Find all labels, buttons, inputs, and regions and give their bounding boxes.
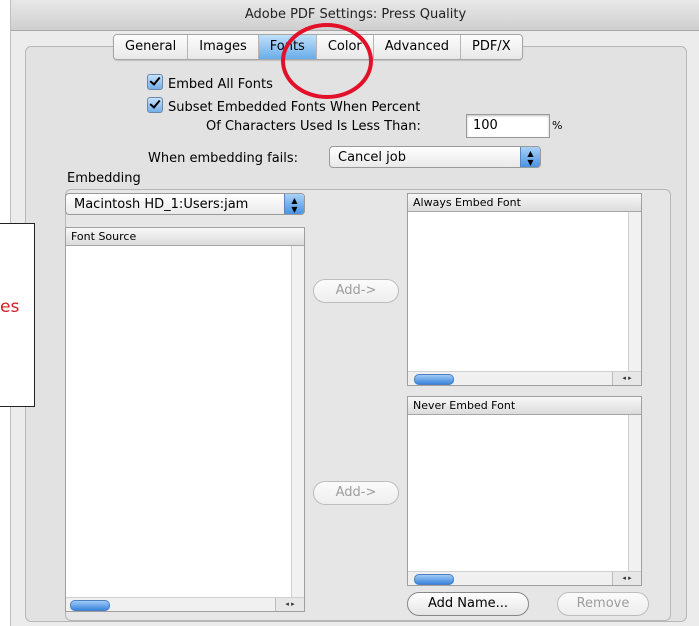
font-source-list[interactable]: Font Source ◂ ▸ — [65, 227, 305, 612]
scroll-arrows-icon[interactable]: ◂ ▸ — [612, 372, 641, 385]
never-embed-header: Never Embed Font — [408, 397, 641, 415]
always-embed-hscroll[interactable]: ◂ ▸ — [408, 371, 641, 385]
scroll-arrows-icon[interactable]: ◂ ▸ — [275, 598, 304, 611]
scroll-thumb[interactable] — [70, 600, 110, 611]
add-to-always-button[interactable]: Add-> — [313, 279, 399, 303]
add-name-button[interactable]: Add Name... — [407, 592, 529, 616]
never-embed-hscroll[interactable]: ◂ ▸ — [408, 571, 641, 585]
tab-fonts[interactable]: Fonts — [258, 35, 317, 59]
font-source-value: Macintosh HD_1:Users:jam — [74, 197, 249, 212]
subset-fonts-label: Subset Embedded Fonts When Percent — [168, 100, 421, 115]
popup-arrows-icon: ▲ ▼ — [284, 194, 304, 214]
subset-fonts-option[interactable]: Subset Embedded Fonts When Percent — [147, 97, 420, 115]
callout-text: es — [0, 297, 20, 317]
font-source-popup[interactable]: Macintosh HD_1:Users:jam ▲ ▼ — [65, 193, 305, 215]
font-source-hscroll[interactable]: ◂ ▸ — [66, 597, 304, 611]
always-embed-list[interactable]: Always Embed Font ◂ ▸ — [407, 193, 642, 386]
never-embed-vscroll[interactable] — [628, 415, 641, 571]
tab-pdfx[interactable]: PDF/X — [460, 35, 522, 59]
embed-all-fonts-label: Embed All Fonts — [168, 77, 273, 92]
subset-percent-field[interactable]: 100 — [466, 114, 550, 138]
embed-all-fonts-option[interactable]: Embed All Fonts — [147, 74, 273, 92]
font-source-header: Font Source — [66, 228, 304, 246]
never-embed-list[interactable]: Never Embed Font ◂ ▸ — [407, 396, 642, 586]
tab-general[interactable]: General — [114, 35, 189, 59]
window-title: Adobe PDF Settings: Press Quality — [11, 0, 699, 31]
tab-bar: General Images Fonts Color Advanced PDF/… — [113, 34, 523, 60]
always-embed-header: Always Embed Font — [408, 194, 641, 212]
tab-advanced[interactable]: Advanced — [373, 35, 461, 59]
tab-color[interactable]: Color — [316, 35, 374, 59]
scroll-arrows-icon[interactable]: ◂ ▸ — [612, 572, 641, 585]
subset-fonts-checkbox[interactable] — [147, 97, 163, 113]
popup-arrows-icon: ▲ ▼ — [520, 147, 540, 167]
embedding-fails-value: Cancel job — [338, 150, 406, 165]
always-embed-vscroll[interactable] — [628, 212, 641, 371]
percent-sign: % — [552, 119, 563, 132]
embed-all-fonts-checkbox[interactable] — [147, 74, 163, 90]
add-to-never-button[interactable]: Add-> — [313, 481, 399, 505]
embedding-fails-popup[interactable]: Cancel job ▲ ▼ — [329, 146, 541, 168]
tab-images[interactable]: Images — [188, 35, 259, 59]
scroll-thumb[interactable] — [414, 574, 454, 585]
remove-button[interactable]: Remove — [557, 592, 649, 616]
embedding-fails-label: When embedding fails: — [148, 151, 299, 166]
scroll-thumb[interactable] — [414, 374, 454, 385]
embedding-section-label: Embedding — [67, 171, 141, 186]
pdf-settings-window: Adobe PDF Settings: Press Quality Genera… — [10, 0, 699, 626]
subset-threshold-label: Of Characters Used Is Less Than: — [206, 119, 421, 134]
font-source-vscroll[interactable] — [291, 246, 304, 597]
